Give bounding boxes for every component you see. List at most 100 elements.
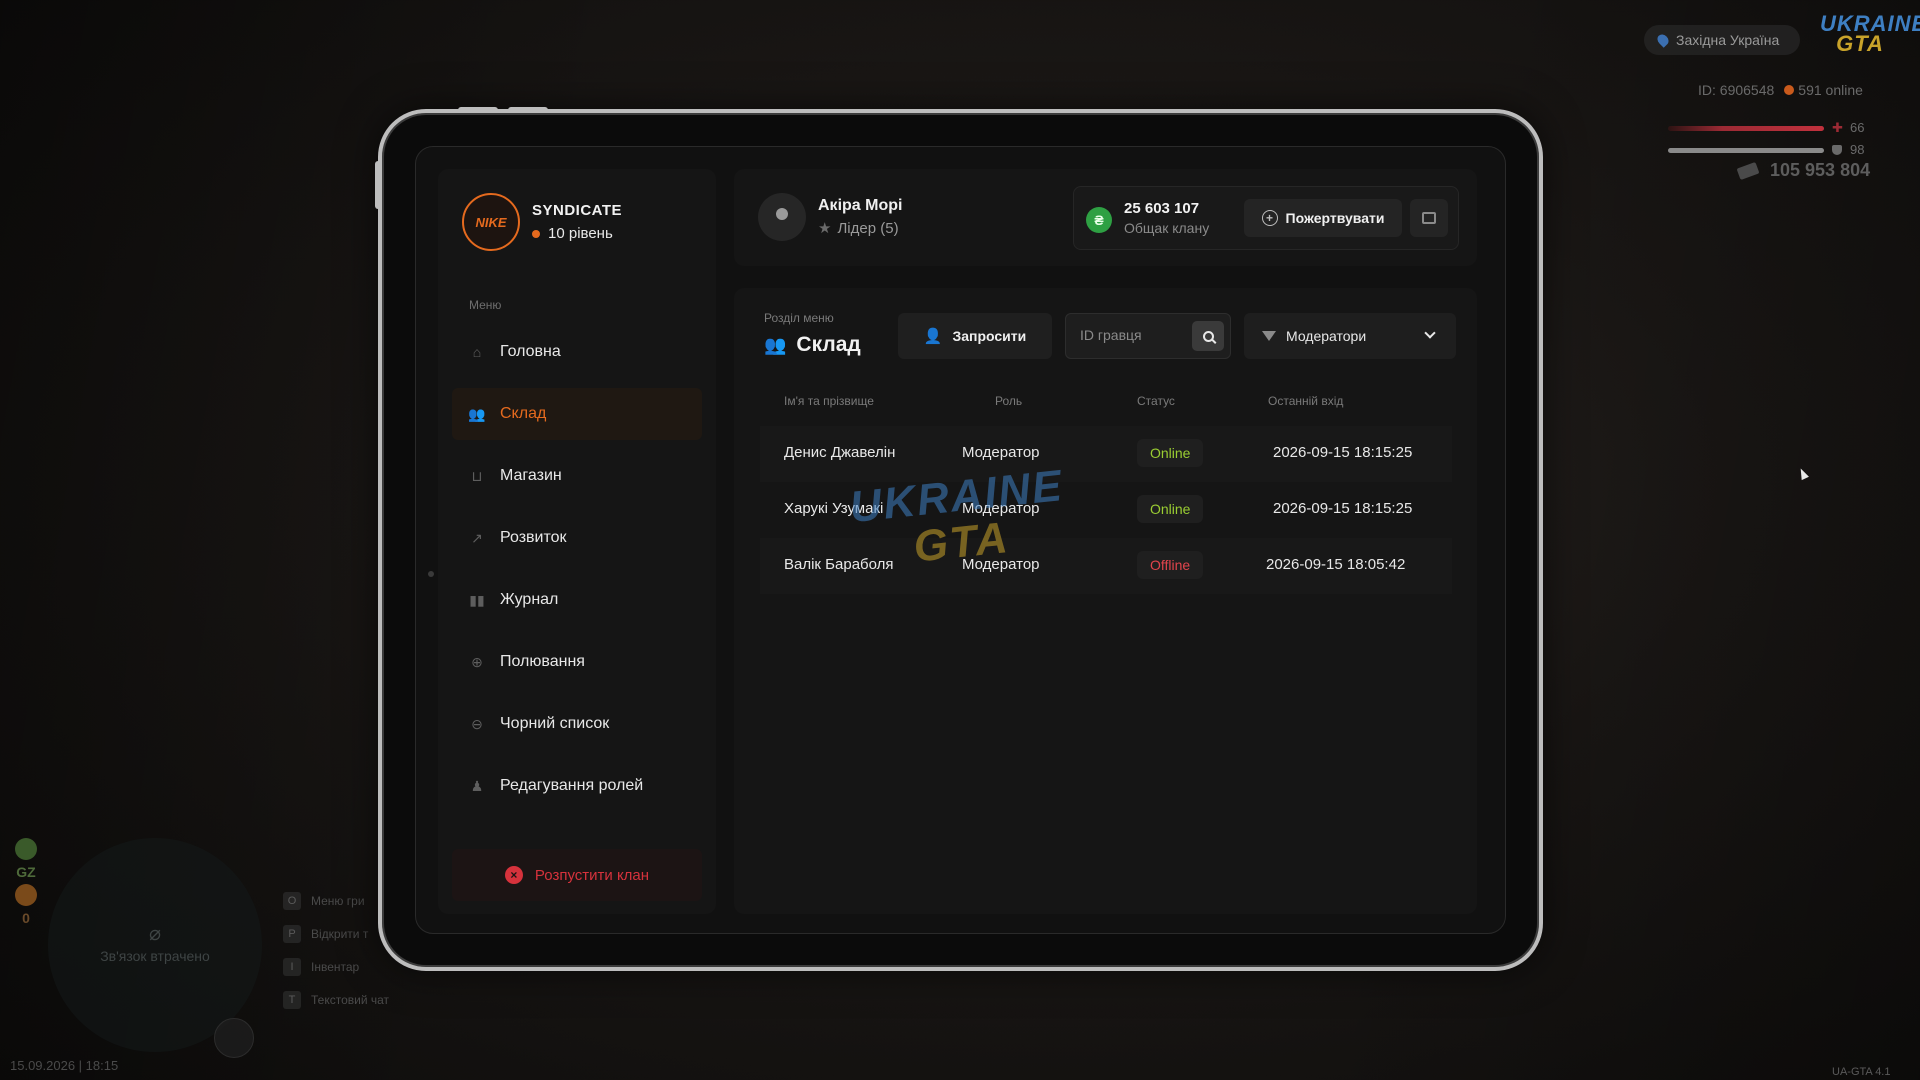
gz-label: GZ: [16, 864, 36, 880]
server-logo: UKRAINE GTA: [1820, 13, 1920, 60]
people-icon: 👥: [468, 405, 486, 422]
sidebar-item-home[interactable]: ⌂ Головна: [452, 326, 702, 378]
key-hint: P Відкрити т: [283, 917, 389, 950]
health-stat: ✚ 66: [1832, 120, 1864, 135]
key-hint-label: Меню гри: [311, 893, 365, 908]
user-role-label: Лідер (5): [837, 219, 899, 237]
user-details: Акіра Морі ★ Лідер (5): [818, 197, 902, 237]
kills-value: 0: [22, 910, 30, 926]
online-dot-icon: [1784, 85, 1795, 95]
column-header-last-login: Останній вхід: [1268, 394, 1344, 408]
key-hint: I Інвентар: [283, 950, 389, 983]
camera-dot: [428, 571, 434, 577]
key-hint: T Текстовий чат: [283, 983, 389, 1016]
key-hint-label: Текстовий чат: [311, 992, 390, 1007]
tablet-side-button: [375, 161, 380, 209]
clan-logo: NIKE: [462, 193, 520, 251]
plus-circle-icon: +: [1261, 210, 1278, 226]
bank-label: Общак клану: [1124, 220, 1210, 236]
player-id-row: ID: 6906548 591 online: [1698, 82, 1863, 98]
table-row[interactable]: Харукі Узумакі Модератор Online 2026-09-…: [760, 482, 1452, 538]
search-button[interactable]: [1192, 321, 1224, 351]
member-name: Денис Джавелін: [784, 444, 896, 461]
role-filter-value: Модератори: [1286, 328, 1367, 344]
health-cross-icon: ✚: [1832, 119, 1843, 135]
sidebar-item-label: Склад: [500, 405, 547, 422]
disband-clan-button[interactable]: × Розпустити клан: [452, 849, 702, 901]
status-icons: GZ 0: [14, 838, 38, 926]
table-header: Ім'я та прізвище Роль Статус Останній вх…: [760, 394, 1452, 412]
online-count-label: 591 online: [1798, 82, 1863, 98]
server-logo-bottom: GTA: [1836, 31, 1884, 56]
member-role: Модератор: [962, 556, 1040, 573]
withdraw-box-button[interactable]: [1410, 199, 1448, 237]
menu-title: Меню: [469, 298, 502, 312]
role-filter-dropdown[interactable]: Модератори: [1244, 313, 1456, 359]
donate-button[interactable]: + Пожертвувати: [1244, 199, 1402, 237]
header-panel: Акіра Морі ★ Лідер (5) ₴ 25 603 107 Общак…: [734, 169, 1477, 266]
region-badge: Західна Україна: [1644, 25, 1800, 55]
column-header-name: Ім'я та прізвище: [784, 394, 874, 408]
armor-stat: 98: [1832, 142, 1864, 157]
health-bar: [1668, 126, 1824, 131]
sidebar-item-journal[interactable]: ▮▮ Журнал: [452, 574, 702, 626]
members-table: Денис Джавелін Модератор Online 2026-09-…: [760, 426, 1452, 594]
people-icon: 👥: [764, 334, 787, 355]
content-panel: Розділ меню 👥 Склад 👤 Запросити Модерато…: [734, 288, 1477, 914]
location-pin-icon: [1655, 32, 1671, 48]
clan-level: 10 рівень: [532, 225, 622, 242]
user-name: Акіра Морі: [818, 197, 903, 214]
sidebar-item-edit-roles[interactable]: ♟ Редагування ролей: [452, 760, 702, 812]
sidebar-item-warehouse[interactable]: 👥 Склад: [452, 388, 702, 440]
member-last-login: 2026-09-15 18:15:25: [1273, 444, 1413, 461]
section-title: 👥 Склад: [764, 333, 861, 357]
sidebar-item-blacklist[interactable]: ⊖ Чорний список: [452, 698, 702, 750]
key-cap: P: [283, 924, 301, 943]
sidebar-item-label: Розвиток: [500, 529, 567, 546]
basket-icon: ⊔: [471, 467, 483, 484]
sidebar-item-shop[interactable]: ⊔ Магазин: [452, 450, 702, 502]
home-icon: ⌂: [472, 344, 482, 360]
star-icon: ★: [818, 220, 832, 237]
no-signal-icon: ⌀: [148, 923, 162, 945]
chart-icon: ↗: [471, 529, 483, 546]
sidebar-item-label: Полювання: [500, 653, 585, 670]
chevron-down-icon: [1424, 327, 1436, 339]
key-hints: O Меню гри P Відкрити т I Інвентар T Текстов…: [283, 884, 389, 1016]
member-last-login: 2026-09-15 18:05:42: [1266, 556, 1406, 573]
table-row[interactable]: Денис Джавелін Модератор Online 2026-09-…: [760, 426, 1452, 482]
member-name: Харукі Узумакі: [784, 500, 884, 517]
microphone-icon: [214, 1018, 254, 1058]
sidebar-item-hunting[interactable]: ⊕ Полювання: [452, 636, 702, 688]
box-icon: [1422, 212, 1436, 224]
funnel-icon: [1262, 331, 1276, 341]
radar-status: Зв'язок втрачено: [100, 948, 210, 964]
player-id-input[interactable]: [1080, 327, 1190, 343]
sidebar-item-development[interactable]: ↗ Розвиток: [452, 512, 702, 564]
crosshair-icon: ⊕: [471, 653, 483, 670]
key-hint-label: Інвентар: [311, 959, 360, 974]
shield-icon: [1832, 144, 1842, 155]
tablet-button: [508, 107, 548, 112]
status-badge: Offline: [1137, 551, 1204, 579]
sidebar-item-label: Редагування ролей: [500, 777, 644, 794]
blocked-icon: ⊖: [471, 715, 483, 732]
search-icon: [1202, 330, 1214, 342]
cash-icon: [1736, 161, 1760, 180]
avatar: [758, 193, 806, 241]
hryvnia-coin-icon: ₴: [1086, 207, 1112, 233]
key-cap: T: [283, 990, 301, 1009]
table-row[interactable]: Валік Бараболя Модератор Offline 2026-09…: [760, 538, 1452, 594]
donate-label: Пожертвувати: [1285, 210, 1385, 226]
gangzone-icon: [15, 838, 37, 860]
health-value: 66: [1850, 120, 1865, 135]
column-header-role: Роль: [995, 394, 1023, 408]
kills-icon: [15, 884, 37, 906]
member-last-login: 2026-09-15 18:15:25: [1273, 500, 1413, 517]
member-role: Модератор: [962, 500, 1040, 517]
invite-button[interactable]: 👤 Запросити: [898, 313, 1052, 359]
user-edit-icon: ♟: [470, 777, 484, 794]
user-icon: [776, 208, 788, 220]
member-name: Валік Бараболя: [784, 556, 894, 573]
clan-level-label: 10 рівень: [548, 225, 613, 242]
